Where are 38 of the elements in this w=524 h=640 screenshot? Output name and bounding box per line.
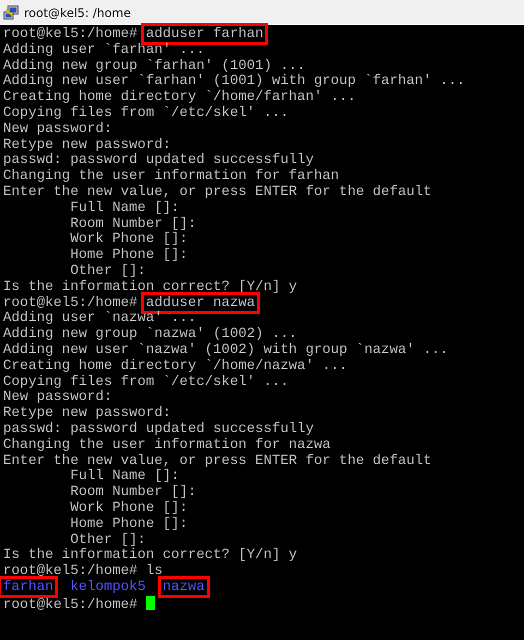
- output-text: Adding new user `nazwa' (1002) with group `nazwa' ...: [3, 342, 448, 358]
- computer-icon: [3, 4, 19, 20]
- output-text: Room Number []:: [69, 484, 196, 500]
- prompt-text: root@kel5:/home#: [3, 26, 138, 42]
- output-text: Changing the user information for farhan: [3, 168, 340, 184]
- output-text: Enter the new value, or press ENTER for the default: [3, 184, 432, 200]
- output-text: Changing the user information for nazwa: [3, 436, 331, 453]
- output-text: Other []:: [69, 262, 146, 279]
- output-text: Creating home directory `/home/nazwa' ...: [3, 358, 348, 374]
- output-text: Retype new password:: [3, 405, 172, 422]
- prompt-text: root@kel5:/home#: [3, 596, 138, 613]
- output-text: Copying files from `/etc/skel' ...: [3, 104, 289, 121]
- output-text: Full Name []:: [69, 200, 180, 216]
- prompt-text: root@kel5:/home#: [3, 294, 138, 311]
- output-text: Creating home directory `/home/farhan' ...: [3, 89, 356, 106]
- output-text: passwd: password updated successfully: [3, 152, 314, 168]
- directory-name: nazwa: [158, 576, 210, 598]
- output-text: Other []:: [69, 532, 146, 548]
- output-text: Retype new password:: [3, 136, 172, 153]
- output-text: New password:: [3, 389, 112, 406]
- output-text: Work Phone []:: [69, 500, 188, 516]
- output-text: Is the information correct? [Y/n] y: [3, 547, 298, 564]
- output-text: Full Name []:: [69, 468, 180, 484]
- output-text: Adding new user `farhan' (1001) with group `farhan' ...: [3, 73, 466, 90]
- output-text: Work Phone []:: [69, 231, 188, 248]
- window-title: root@kel5: /home: [24, 6, 131, 20]
- output-text: Home Phone []:: [69, 516, 188, 532]
- output-text: Home Phone []:: [69, 247, 188, 264]
- directory-name: kelompok5: [70, 578, 146, 595]
- output-text: New password:: [3, 120, 112, 137]
- command-text: adduser farhan: [140, 23, 268, 45]
- output-text: Adding new group `farhan' (1001) ...: [3, 58, 306, 74]
- output-text: Adding new group `nazwa' (1002) ...: [3, 326, 298, 342]
- output-text: Copying files from `/etc/skel' ...: [3, 374, 289, 390]
- directory-name: farhan: [0, 576, 58, 598]
- output-text: Room Number []:: [69, 216, 196, 232]
- output-text: Enter the new value, or press ENTER for the default: [3, 452, 432, 469]
- output-text: passwd: password updated successfully: [3, 420, 314, 437]
